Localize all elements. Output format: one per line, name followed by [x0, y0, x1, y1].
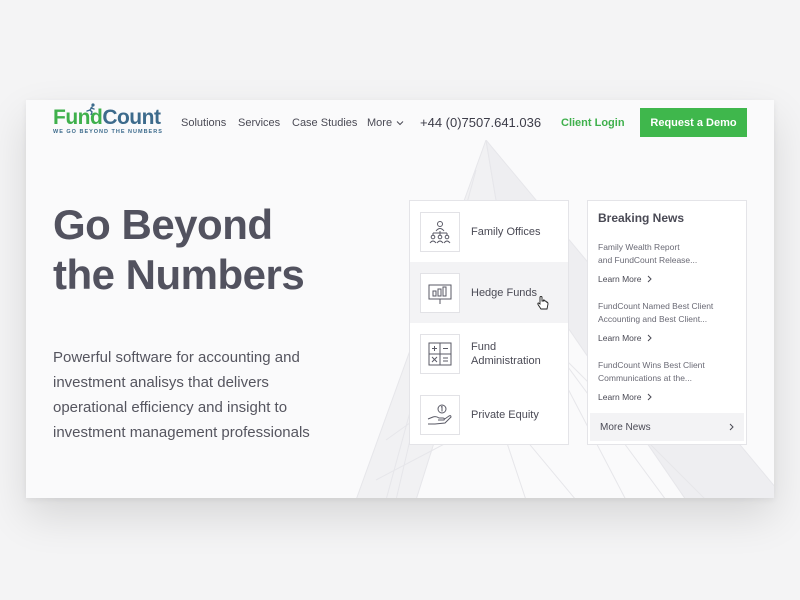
breaking-news-panel: Breaking News Family Wealth Report and F…: [587, 200, 747, 445]
learn-more-link[interactable]: Learn More: [598, 392, 738, 402]
chevron-right-icon: [648, 393, 653, 401]
nav-services[interactable]: Services: [238, 117, 280, 129]
hero-title-line2: the Numbers: [53, 251, 305, 298]
chevron-right-icon: [648, 275, 653, 283]
service-label: Private Equity: [471, 408, 539, 421]
news-headline[interactable]: FundCount Wins Best Client Communication…: [598, 359, 738, 384]
calculator-icon: [420, 333, 460, 374]
chevron-right-icon: [648, 334, 653, 342]
chevron-down-icon: [396, 121, 404, 126]
logo-wordmark: FundCount: [53, 103, 161, 130]
client-login-link[interactable]: Client Login: [561, 117, 625, 129]
site-header: FundCount WE GO BEYOND THE NUMBERS Solut…: [26, 100, 774, 146]
nav-solutions[interactable]: Solutions: [181, 117, 226, 129]
service-family-offices[interactable]: Family Offices: [410, 201, 568, 262]
service-private-equity[interactable]: Private Equity: [410, 384, 568, 445]
service-hedge-funds[interactable]: Hedge Funds: [410, 262, 568, 323]
hero-title: Go Beyond the Numbers: [53, 200, 305, 300]
nav-more[interactable]: More: [367, 117, 404, 129]
page-card: FundCount WE GO BEYOND THE NUMBERS Solut…: [26, 100, 774, 498]
news-item: FundCount Wins Best Client Communication…: [598, 359, 738, 402]
chevron-right-icon: [729, 423, 734, 431]
learn-more-link[interactable]: Learn More: [598, 274, 738, 284]
news-title: Breaking News: [598, 211, 685, 225]
hand-coin-icon: [420, 394, 460, 435]
hero-subtitle: Powerful software for accounting and inv…: [53, 349, 310, 441]
nav-more-label: More: [367, 117, 393, 129]
learn-more-link[interactable]: Learn More: [598, 333, 738, 343]
news-item: Family Wealth Report and FundCount Relea…: [598, 241, 738, 284]
news-item: FundCount Named Best Client Accounting a…: [598, 300, 738, 343]
nav-case-studies[interactable]: Case Studies: [292, 117, 357, 129]
more-news-button[interactable]: More News: [590, 413, 744, 441]
news-headline[interactable]: Family Wealth Report and FundCount Relea…: [598, 241, 738, 266]
service-fund-administration[interactable]: Fund Administration: [410, 323, 568, 384]
service-label: Family Offices: [471, 225, 541, 238]
more-news-label: More News: [600, 421, 651, 433]
fundcount-logo[interactable]: FundCount WE GO BEYOND THE NUMBERS: [53, 103, 163, 135]
hand-cursor-icon: [537, 296, 549, 310]
request-demo-button[interactable]: Request a Demo: [640, 108, 747, 137]
hero-title-line1: Go Beyond: [53, 201, 273, 248]
presentation-chart-icon: [420, 272, 460, 313]
services-menu: Family Offices Hedge Funds Fund Administ…: [409, 200, 569, 445]
runner-icon: [86, 103, 95, 115]
phone-number[interactable]: +44 (0)7507.641.036: [420, 115, 541, 130]
news-headline[interactable]: FundCount Named Best Client Accounting a…: [598, 300, 738, 325]
family-icon: [420, 211, 460, 252]
service-label: Fund Administration: [471, 340, 541, 367]
